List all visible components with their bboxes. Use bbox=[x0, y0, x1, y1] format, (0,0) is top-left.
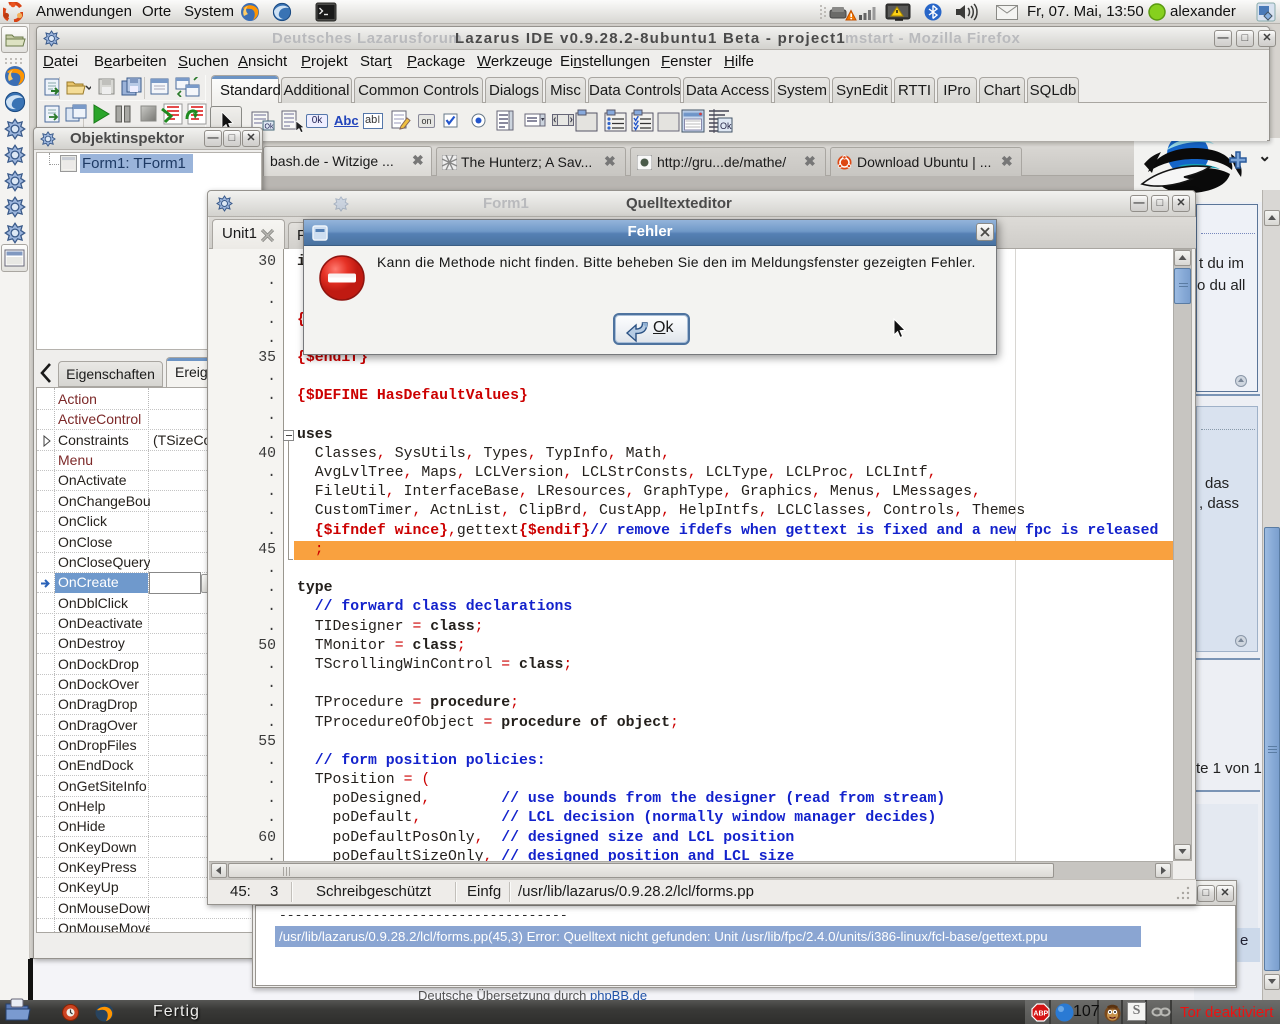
svg-text:ABP: ABP bbox=[1033, 1011, 1048, 1018]
svg-text:Ok: Ok bbox=[720, 121, 732, 131]
svg-text:Ok: Ok bbox=[265, 124, 274, 131]
